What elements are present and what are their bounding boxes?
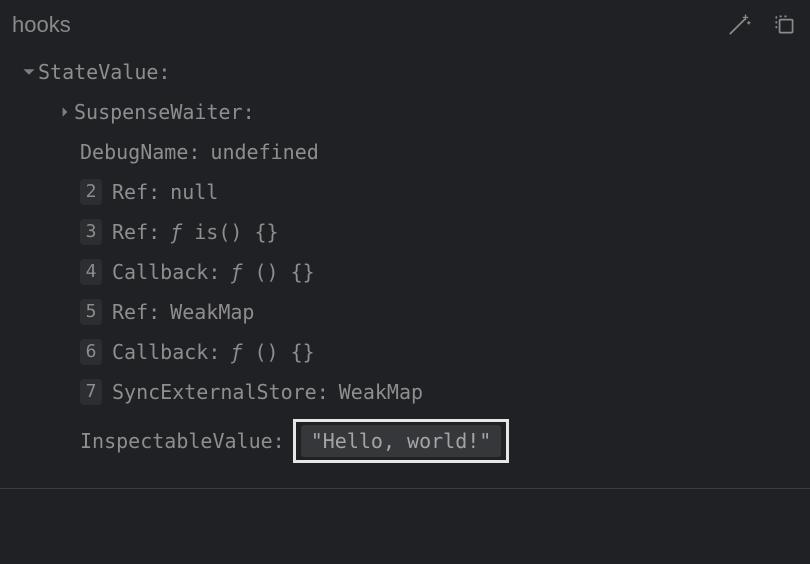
node-label: Ref: (112, 179, 160, 205)
tree-node-callback-4[interactable]: 4 Callback: ƒ () {} (0, 252, 810, 292)
hook-index-badge: 5 (80, 299, 102, 325)
chevron-right-icon[interactable] (56, 106, 74, 118)
tree-node-callback-6[interactable]: 6 Callback: ƒ () {} (0, 332, 810, 372)
node-label: SuspenseWaiter: (74, 99, 255, 125)
magic-wand-icon[interactable] (726, 12, 752, 38)
node-label: DebugName: (80, 139, 200, 165)
node-value: null (170, 179, 218, 205)
node-label: Ref: (112, 219, 160, 245)
inspect-icon[interactable] (772, 12, 798, 38)
node-label: Callback: (112, 339, 220, 365)
tree-node-statevalue[interactable]: StateValue: (0, 52, 810, 92)
node-label: Ref: (112, 299, 160, 325)
panel-title: hooks (12, 12, 71, 38)
tree-node-ref-2[interactable]: 2 Ref: null (0, 172, 810, 212)
node-value: WeakMap (339, 379, 423, 405)
value-highlight-box: "Hello, world!" (293, 419, 510, 463)
node-value: ƒ () {} (230, 259, 314, 285)
hook-index-badge: 3 (80, 219, 102, 245)
chevron-down-icon[interactable] (20, 65, 38, 79)
hook-index-badge: 6 (80, 339, 102, 365)
node-value[interactable]: "Hello, world!" (301, 425, 502, 457)
panel-divider (0, 488, 810, 489)
node-value: ƒ is() {} (170, 219, 278, 245)
hook-index-badge: 7 (80, 379, 102, 405)
tree-node-syncexternalstore[interactable]: 7 SyncExternalStore: WeakMap (0, 372, 810, 412)
hooks-panel: hooks StateValue: (0, 0, 810, 489)
panel-header: hooks (0, 0, 810, 48)
node-label: InspectableValue: (80, 428, 285, 454)
tree-node-ref-3[interactable]: 3 Ref: ƒ is() {} (0, 212, 810, 252)
hook-index-badge: 4 (80, 259, 102, 285)
node-label: SyncExternalStore: (112, 379, 329, 405)
node-value: ƒ () {} (230, 339, 314, 365)
tree-node-ref-5[interactable]: 5 Ref: WeakMap (0, 292, 810, 332)
tree-node-suspensewaiter[interactable]: SuspenseWaiter: (0, 92, 810, 132)
node-label: StateValue: (38, 59, 170, 85)
node-value: WeakMap (170, 299, 254, 325)
header-actions (726, 12, 798, 38)
tree-node-inspectablevalue[interactable]: InspectableValue: "Hello, world!" (0, 412, 810, 470)
node-label: Callback: (112, 259, 220, 285)
node-value: undefined (210, 139, 318, 165)
hook-index-badge: 2 (80, 179, 102, 205)
hooks-tree: StateValue: SuspenseWaiter: DebugName: u… (0, 48, 810, 482)
tree-node-debugname[interactable]: DebugName: undefined (0, 132, 810, 172)
